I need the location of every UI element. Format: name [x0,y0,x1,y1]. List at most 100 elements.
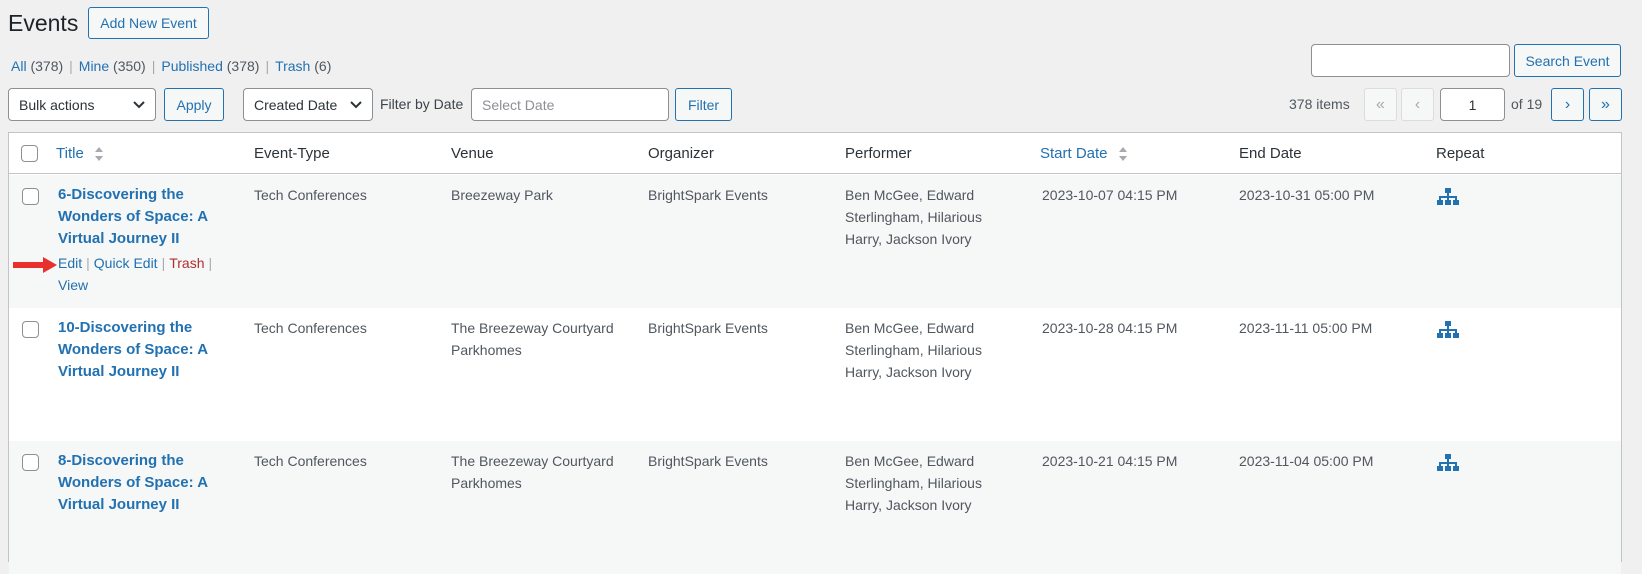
event-type-cell: Tech Conferences [254,453,367,469]
row-actions: Edit | Quick Edit | Trash | View [58,255,213,293]
prev-page-button: ‹ [1401,88,1434,121]
first-page-button: « [1364,88,1397,121]
trash-link[interactable]: Trash [169,255,204,271]
view-published-link[interactable]: Published [161,58,223,74]
view-link[interactable]: View [58,277,88,293]
organizer-cell: BrightSpark Events [648,453,768,469]
table-header: Title Event-Type Venue Organizer Perform… [9,133,1621,174]
event-title-link[interactable]: 8-Discovering the Wonders of Space: A Vi… [58,450,228,516]
organizer-cell: BrightSpark Events [648,187,768,203]
event-title-link[interactable]: 10-Discovering the Wonders of Space: A V… [58,317,228,383]
performer-line: Sterlingham, Hilarious [845,342,982,358]
venue-line: Breezeway Park [451,187,553,203]
last-page-button[interactable]: » [1589,88,1622,121]
sitemap-icon[interactable] [1436,187,1460,207]
table-row: 10-Discovering the Wonders of Space: A V… [9,308,1621,441]
filter-by-date-label: Filter by Date [380,96,464,112]
view-all-count: (378) [30,58,64,74]
performer-line: Ben McGee, Edward [845,453,975,469]
page-title: Events [8,10,79,36]
venue-line: The Breezeway Courtyard [451,320,614,336]
performer-line: Harry, Jackson Ivory [845,364,972,380]
views-filter: All (378) | Mine (350) | Published (378) | Tra… [11,58,332,74]
select-all-checkbox[interactable] [21,145,38,162]
column-performer: Performer [845,145,912,162]
events-table: Title Event-Type Venue Organizer Perform… [8,132,1622,574]
view-trash-count: (6) [314,58,332,74]
performer-line: Sterlingham, Hilarious [845,475,982,491]
view-all-link[interactable]: All [11,58,27,74]
event-title-line: Wonders of Space: A [58,208,209,225]
column-end-date: End Date [1239,145,1302,162]
sort-by-value: Created Date [254,96,338,113]
sitemap-icon[interactable] [1436,453,1460,473]
end-date-cell: 2023-10-31 05:00 PM [1239,187,1375,203]
row-checkbox[interactable] [22,454,39,471]
bulk-actions-value: Bulk actions [19,96,95,113]
start-date-cell: 2023-10-28 04:15 PM [1042,320,1178,336]
event-title-line: Wonders of Space: A [58,341,209,358]
chevron-down-icon [133,101,145,109]
search-event-button[interactable]: Search Event [1514,44,1621,77]
performer-line: Harry, Jackson Ivory [845,231,972,247]
performer-cell: Ben McGee, Edward Sterlingham, Hilarious… [845,184,982,250]
items-count: 378 items [1289,96,1350,112]
event-title-line: 8-Discovering the [58,452,184,469]
quick-edit-link[interactable]: Quick Edit [94,255,158,271]
column-title[interactable]: Title [56,145,104,162]
current-page-input[interactable]: 1 [1440,88,1505,121]
end-date-cell: 2023-11-04 05:00 PM [1239,453,1374,469]
row-checkbox[interactable] [22,321,39,338]
performer-line: Ben McGee, Edward [845,187,975,203]
event-type-cell: Tech Conferences [254,187,367,203]
red-arrow-icon [13,257,57,273]
performer-cell: Ben McGee, Edward Sterlingham, Hilarious… [845,450,982,516]
sort-icon [1118,147,1127,162]
event-title-line: Virtual Journey II [58,496,180,513]
view-mine-count: (350) [113,58,146,74]
table-row: 6-Discovering the Wonders of Space: A Vi… [9,175,1621,308]
next-page-button[interactable]: › [1551,88,1584,121]
view-mine-link[interactable]: Mine [79,58,109,74]
total-pages-label: of 19 [1511,96,1543,112]
performer-line: Sterlingham, Hilarious [845,209,982,225]
sitemap-icon[interactable] [1436,320,1460,340]
venue-cell: The Breezeway Courtyard Parkhomes [451,450,614,494]
add-new-event-button[interactable]: Add New Event [88,7,209,39]
column-venue: Venue [451,145,494,162]
event-title-line: Wonders of Space: A [58,474,209,491]
apply-button[interactable]: Apply [164,88,224,121]
search-input[interactable] [1311,44,1510,77]
event-title-line: 10-Discovering the [58,319,193,336]
venue-cell: The Breezeway Courtyard Parkhomes [451,317,614,361]
column-start-date[interactable]: Start Date [1040,145,1128,162]
column-organizer: Organizer [648,145,714,162]
event-title-line: 6-Discovering the [58,186,184,203]
event-title-link[interactable]: 6-Discovering the Wonders of Space: A Vi… [58,184,228,250]
event-title-line: Virtual Journey II [58,363,180,380]
column-start-date-label: Start Date [1040,145,1108,162]
column-repeat: Repeat [1436,145,1485,162]
venue-line: Parkhomes [451,342,522,358]
column-event-type: Event-Type [254,145,330,162]
sort-icon [94,147,103,162]
start-date-cell: 2023-10-21 04:15 PM [1042,453,1178,469]
sort-by-select[interactable]: Created Date [243,88,373,121]
venue-line: The Breezeway Courtyard [451,453,614,469]
row-checkbox[interactable] [22,188,39,205]
performer-cell: Ben McGee, Edward Sterlingham, Hilarious… [845,317,982,383]
performer-line: Ben McGee, Edward [845,320,975,336]
edit-link[interactable]: Edit [58,255,82,271]
event-type-cell: Tech Conferences [254,320,367,336]
column-title-label: Title [56,145,84,162]
bulk-actions-select[interactable]: Bulk actions [8,88,156,121]
venue-cell: Breezeway Park [451,184,553,206]
chevron-down-icon [350,101,362,109]
end-date-cell: 2023-11-11 05:00 PM [1239,320,1373,336]
view-published-count: (378) [226,58,260,74]
event-title-line: Virtual Journey II [58,230,180,247]
filter-button[interactable]: Filter [675,88,732,121]
start-date-cell: 2023-10-07 04:15 PM [1042,187,1178,203]
view-trash-link[interactable]: Trash [275,58,310,74]
date-input[interactable]: Select Date [471,88,669,121]
